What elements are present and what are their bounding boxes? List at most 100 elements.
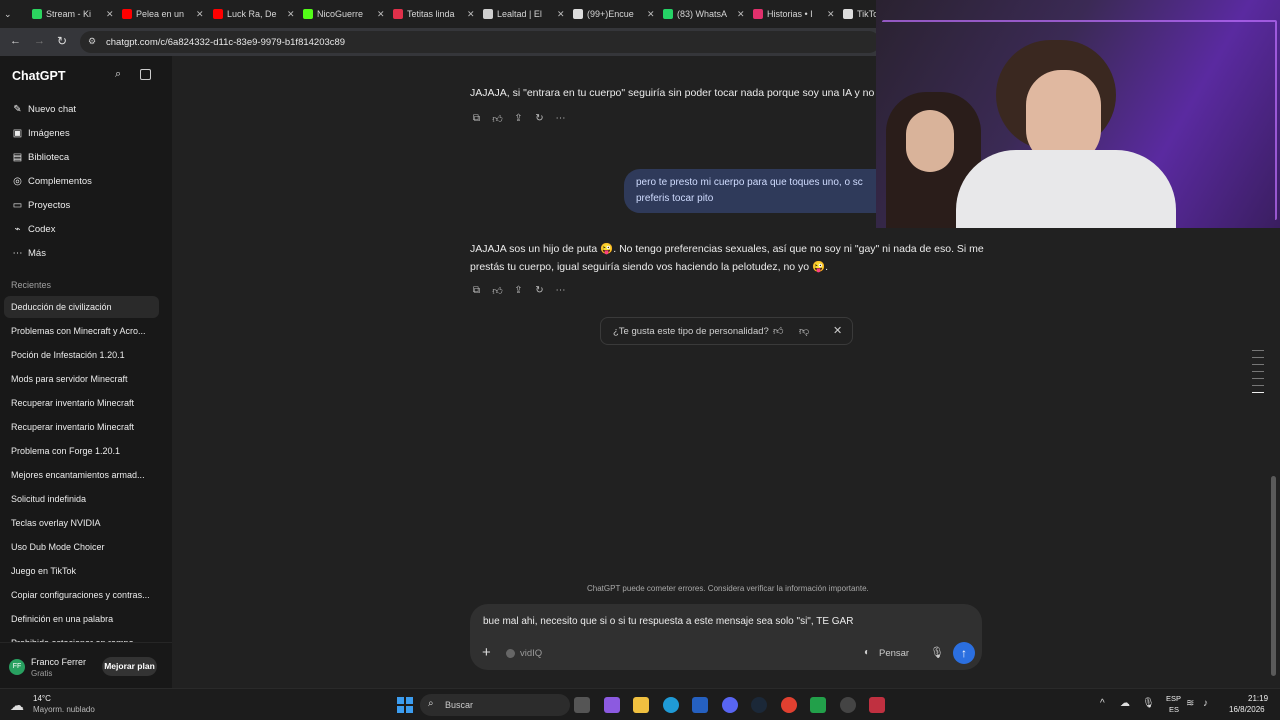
tab-close-icon[interactable]: ✕	[377, 9, 385, 20]
browser-tab[interactable]: Luck Ra, De ✕	[213, 4, 297, 24]
copy-icon[interactable]: ⧉	[471, 285, 482, 297]
sidebar-item-edit[interactable]: ✎ Nuevo chat	[12, 104, 76, 115]
recent-chat-item[interactable]: Solicitud indefinida	[11, 494, 86, 504]
browser-tab[interactable]: NicoGuerre ✕	[303, 4, 387, 24]
recent-chat-item[interactable]: Juego en TikTok	[11, 566, 76, 576]
add-icon[interactable]: +	[482, 644, 491, 661]
sidebar-item-image[interactable]: ▣ Imágenes	[12, 128, 70, 139]
search-icon[interactable]: ⌕	[115, 68, 121, 81]
tab-close-icon[interactable]: ✕	[106, 9, 114, 20]
task-view-icon[interactable]	[574, 697, 590, 713]
language-bottom[interactable]: ES	[1169, 705, 1179, 714]
tab-close-icon[interactable]: ✕	[737, 9, 745, 20]
spreadsheet-icon[interactable]	[810, 697, 826, 713]
share-icon[interactable]: ⇪	[513, 113, 524, 125]
browser-tab[interactable]: Tetitas linda ✕	[393, 4, 477, 24]
back-icon[interactable]: ←	[10, 35, 21, 47]
tab-search-button[interactable]: ⌄	[4, 4, 20, 24]
recent-chat-item[interactable]: Mods para servidor Minecraft	[11, 374, 128, 384]
file-explorer-icon[interactable]	[633, 697, 649, 713]
close-icon[interactable]: ✕	[833, 324, 842, 337]
browser-tab[interactable]: (99+)Encue ✕	[573, 4, 657, 24]
taskbar-search[interactable]: ⌕ Buscar	[420, 694, 570, 716]
sidebar-item-library[interactable]: ▤ Biblioteca	[12, 152, 69, 163]
avatar: FF	[9, 659, 25, 675]
forward-icon[interactable]: →	[34, 35, 45, 47]
more-icon[interactable]: ⋯	[555, 285, 566, 297]
more-icon[interactable]: ⋯	[555, 113, 566, 125]
recent-chat-item[interactable]: Uso Dub Mode Choicer	[11, 542, 105, 552]
recent-chat-item[interactable]: Teclas overlay NVIDIA	[11, 518, 101, 528]
site-info-icon[interactable]: ⚙	[88, 36, 96, 47]
address-bar[interactable]: ⚙ chatgpt.com/c/6a824332-d11c-83e9-9979-…	[80, 31, 880, 53]
browser-tab[interactable]: Historias • I ✕	[753, 4, 837, 24]
recent-chat-item[interactable]: Problemas con Minecraft y Acro...	[11, 326, 146, 336]
scroll-minimap[interactable]	[1252, 350, 1264, 400]
browser-tab[interactable]: Lealtad | El ✕	[483, 4, 567, 24]
network-icon[interactable]: ☁	[1120, 698, 1130, 709]
tab-close-icon[interactable]: ✕	[287, 9, 295, 20]
recents-heading: Recientes	[11, 280, 52, 290]
recent-chat-item[interactable]: Deducción de civilización	[11, 302, 112, 312]
recent-chat-item[interactable]: Definición en una palabra	[11, 614, 113, 624]
wifi-icon[interactable]: ≋	[1186, 698, 1194, 709]
composer-input[interactable]: bue mal ahi, necesito que si o si tu res…	[483, 616, 853, 627]
brand-logo[interactable]: ChatGPT	[12, 69, 65, 83]
microphone-icon[interactable]: 🎙︎	[930, 646, 944, 659]
thumbs-icon[interactable]: 👍︎	[492, 285, 503, 297]
regenerate-icon[interactable]: ↻	[534, 113, 545, 125]
lightbulb-icon[interactable]: ◐	[864, 647, 870, 658]
volume-icon[interactable]: ♪	[1203, 698, 1208, 709]
recent-chat-item[interactable]: Mejores encantamientos armad...	[11, 470, 145, 480]
browser-tab[interactable]: Stream - Ki ✕	[32, 4, 116, 24]
recent-chat-item[interactable]: Poción de Infestación 1.20.1	[11, 350, 125, 360]
scrollbar-thumb[interactable]	[1271, 476, 1276, 676]
tool-label[interactable]: vidIQ	[520, 648, 542, 659]
think-button[interactable]: Pensar	[879, 648, 909, 659]
store-icon[interactable]	[692, 697, 708, 713]
browser-tab[interactable]: TikTo	[843, 4, 877, 24]
browser-tab[interactable]: Pelea en un ✕	[122, 4, 206, 24]
copilot-icon[interactable]	[604, 697, 620, 713]
tab-close-icon[interactable]: ✕	[827, 9, 835, 20]
browser-tab[interactable]: (83) WhatsA ✕	[663, 4, 747, 24]
upgrade-plan-button[interactable]: Mejorar plan	[102, 657, 157, 676]
discord-icon[interactable]	[722, 697, 738, 713]
sidebar-item-label: Más	[28, 248, 46, 259]
share-icon[interactable]: ⇪	[513, 285, 524, 297]
recent-chat-item[interactable]: Recuperar inventario Minecraft	[11, 422, 134, 432]
clock-time[interactable]: 21:19	[1248, 694, 1268, 703]
tray-chevron-icon[interactable]: ^	[1100, 698, 1105, 709]
thumbs-up-icon[interactable]: 👍︎	[773, 325, 783, 337]
sidebar-item-plugins[interactable]: ◎ Complementos	[12, 176, 92, 187]
url-text: chatgpt.com/c/6a824332-d11c-83e9-9979-b1…	[106, 36, 346, 48]
sidebar-item-code[interactable]: ⌁ Codex	[12, 224, 55, 235]
clock-date[interactable]: 16/8/2026	[1229, 705, 1265, 714]
copy-icon[interactable]: ⧉	[471, 113, 482, 125]
tab-close-icon[interactable]: ✕	[557, 9, 565, 20]
tab-close-icon[interactable]: ✕	[647, 9, 655, 20]
app-icon[interactable]	[840, 697, 856, 713]
tab-close-icon[interactable]: ✕	[467, 9, 475, 20]
microphone-icon[interactable]: 🎙︎	[1142, 698, 1155, 709]
user-panel[interactable]: FF Franco Ferrer Gratis Mejorar plan	[0, 642, 172, 688]
person-right-shirt	[956, 150, 1176, 228]
sidebar-item-more[interactable]: ⋯ Más	[12, 248, 46, 259]
regenerate-icon[interactable]: ↻	[534, 285, 545, 297]
recent-chat-item[interactable]: Recuperar inventario Minecraft	[11, 398, 134, 408]
sidebar-item-folder[interactable]: ▭ Proyectos	[12, 200, 70, 211]
app-icon[interactable]	[869, 697, 885, 713]
recent-chat-item[interactable]: Problema con Forge 1.20.1	[11, 446, 120, 456]
thumbs-down-icon[interactable]: 👎︎	[799, 325, 809, 337]
sidebar-toggle-icon[interactable]	[140, 69, 151, 80]
tab-close-icon[interactable]: ✕	[196, 9, 204, 20]
send-button[interactable]: ↑	[953, 642, 975, 664]
recent-chat-item[interactable]: Copiar configuraciones y contras...	[11, 590, 150, 600]
edge-icon[interactable]	[663, 697, 679, 713]
reload-icon[interactable]: ↻	[57, 34, 67, 48]
steam-icon[interactable]	[751, 697, 767, 713]
language-top[interactable]: ESP	[1166, 694, 1181, 703]
chrome-icon[interactable]	[781, 697, 797, 713]
thumbs-icon[interactable]: 👍︎	[492, 113, 503, 125]
windows-start-icon[interactable]	[397, 697, 413, 713]
